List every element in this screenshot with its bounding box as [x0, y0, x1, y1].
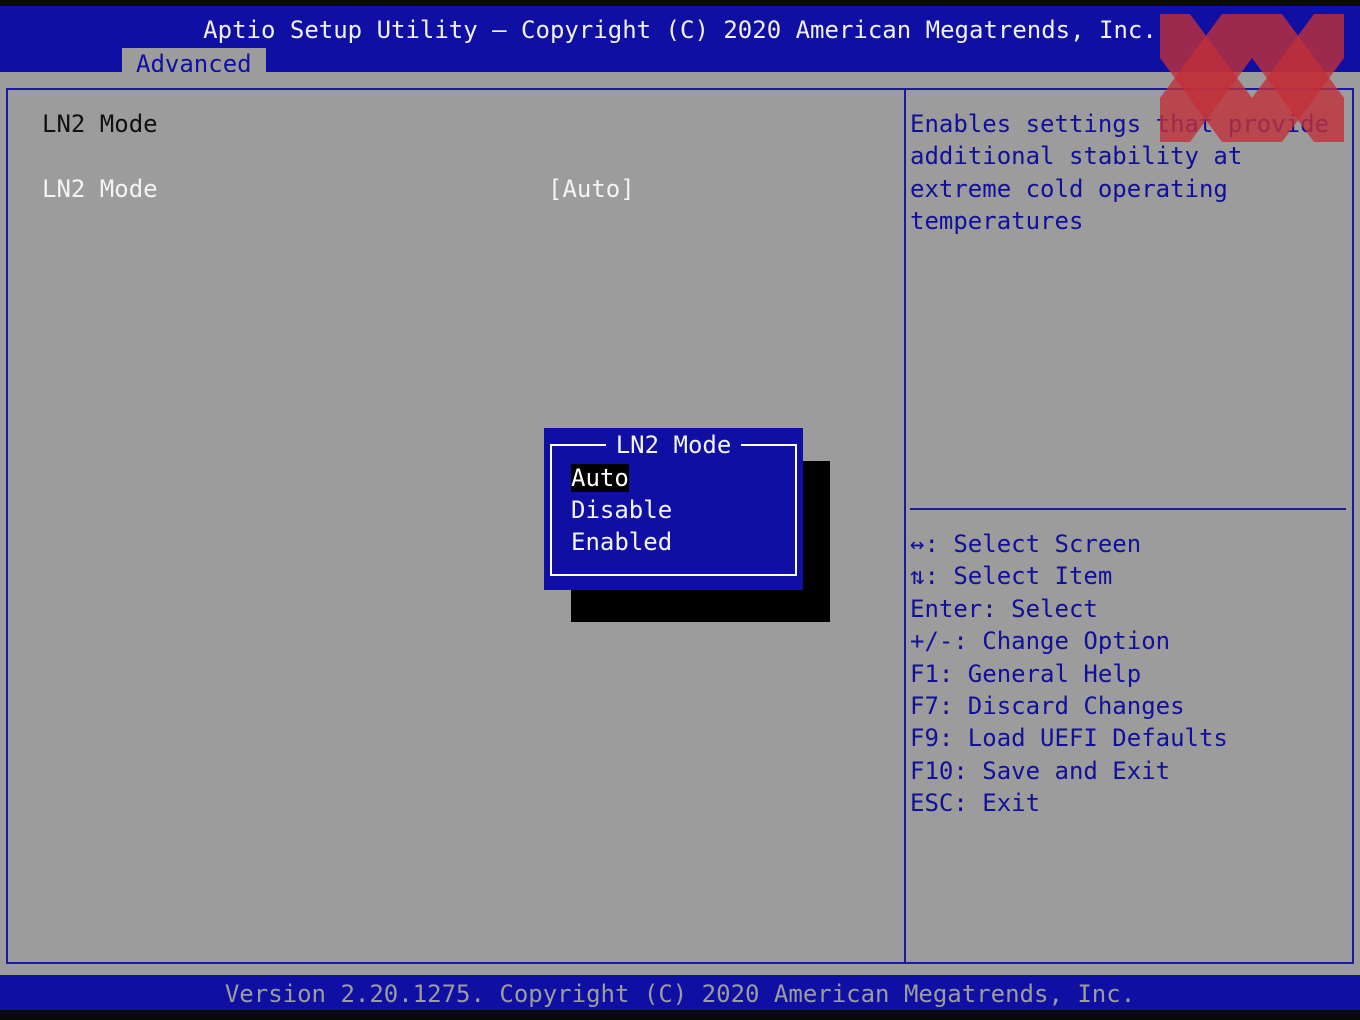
popup-option-label: Enabled [571, 528, 673, 556]
key-change-option: +/-: Change Option [910, 627, 1171, 656]
xx-watermark-logo-icon [1160, 14, 1344, 142]
popup-title-text: LN2 Mode [605, 431, 742, 459]
version-footer: Version 2.20.1275. Copyright (C) 2020 Am… [0, 975, 1360, 1010]
key-general-help: F1: General Help [910, 659, 1142, 688]
key-load-defaults: F9: Load UEFI Defaults [910, 724, 1228, 753]
key-discard-changes: F7: Discard Changes [910, 692, 1185, 721]
popup-title: LN2 Mode [544, 429, 803, 461]
popup-option-disable[interactable]: Disable [571, 494, 672, 526]
help-panel: Enables settings that provide additional… [904, 88, 1354, 964]
title-bar: Aptio Setup Utility – Copyright (C) 2020… [0, 6, 1360, 78]
key-save-exit: F10: Save and Exit [910, 756, 1171, 785]
help-divider [910, 508, 1346, 510]
section-title: LN2 Mode [42, 110, 158, 138]
setting-ln2-mode-value[interactable]: [Auto] [548, 173, 635, 205]
key-legend: ↔: Select Screen ⇅: Select Item Enter: S… [910, 528, 1228, 820]
key-select-screen: ↔: Select Screen [910, 530, 1142, 558]
key-select-item: ⇅: Select Item [910, 562, 1113, 591]
popup-option-auto[interactable]: Auto [571, 462, 629, 494]
help-description-line: additional stability at [910, 142, 1243, 171]
app-title: Aptio Setup Utility – Copyright (C) 2020… [203, 16, 1157, 44]
ln2-mode-popup: LN2 Mode Auto Disable Enabled [544, 428, 803, 590]
key-exit: ESC: Exit [910, 789, 1041, 818]
popup-option-label: Disable [571, 496, 673, 524]
popup-option-label: Auto [571, 464, 629, 492]
setting-ln2-mode-label[interactable]: LN2 Mode [42, 173, 158, 205]
key-enter-select: Enter: Select [910, 594, 1098, 623]
help-description-line: temperatures [910, 207, 1084, 236]
help-description-line: extreme cold operating [910, 174, 1228, 203]
popup-option-enabled[interactable]: Enabled [571, 526, 672, 558]
